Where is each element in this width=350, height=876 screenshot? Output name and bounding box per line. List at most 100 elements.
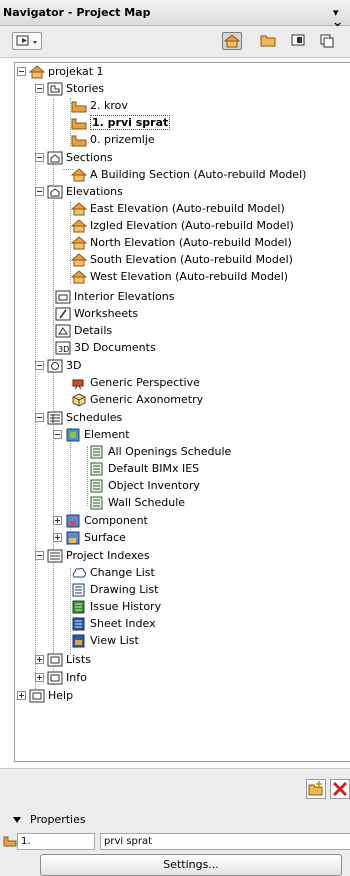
- tree-item-component[interactable]: Component: [53, 512, 148, 529]
- expand-toggle[interactable]: [53, 516, 62, 525]
- new-folder-button[interactable]: [306, 779, 326, 799]
- collapse-toggle[interactable]: [35, 361, 44, 370]
- story-name-field[interactable]: prvi sprat: [100, 833, 350, 850]
- elevation-view-icon: [71, 235, 87, 250]
- tree-item-index[interactable]: Drawing List: [71, 581, 158, 598]
- worksheet-icon: [55, 307, 71, 321]
- tree-item-elevation[interactable]: South Elevation (Auto-rebuild Model): [71, 251, 293, 268]
- collapse-toggle[interactable]: [17, 67, 26, 76]
- project-map-button[interactable]: [222, 32, 242, 50]
- tree-item-project-indexes[interactable]: Project Indexes: [35, 547, 150, 564]
- elevation-icon: [47, 185, 63, 199]
- component-schedule-icon: [65, 514, 81, 528]
- tree-item-3d-view[interactable]: Generic Axonometry: [71, 391, 203, 408]
- tree-item-elevation[interactable]: Izgled Elevation (Auto-rebuild Model): [71, 217, 294, 234]
- expand-toggle[interactable]: [35, 655, 44, 664]
- tree-item-story[interactable]: 0. prizemlje: [71, 131, 155, 148]
- tree-item-root[interactable]: projekat 1: [17, 63, 104, 80]
- elevation-view-icon: [71, 201, 87, 216]
- tree-item-label: Object Inventory: [108, 479, 200, 492]
- axonometry-cube-icon: [71, 392, 87, 407]
- schedule-table-icon: [89, 479, 105, 493]
- delete-icon: [332, 781, 348, 797]
- tree-item-index[interactable]: Issue History: [71, 598, 161, 615]
- tree-item-schedule[interactable]: Wall Schedule: [89, 494, 185, 511]
- tree-item-3d[interactable]: 3D: [35, 357, 81, 374]
- collapse-toggle[interactable]: [35, 153, 44, 162]
- view-map-button[interactable]: [259, 32, 279, 50]
- schedule-icon: [47, 411, 63, 425]
- tree-item-section[interactable]: A Building Section (Auto-rebuild Model): [71, 166, 306, 183]
- settings-button[interactable]: Settings...: [40, 854, 342, 876]
- tree-item-info[interactable]: Info: [35, 669, 87, 686]
- properties-collapse-icon[interactable]: [13, 817, 21, 823]
- tree-item-index[interactable]: Change List: [71, 564, 155, 581]
- project-index-icon: [47, 549, 63, 563]
- tree-item-schedule[interactable]: Default BIMx IES: [89, 460, 199, 477]
- house-icon: [29, 64, 45, 79]
- issue-history-icon: [71, 600, 87, 614]
- tree-item-schedule[interactable]: All Openings Schedule: [89, 443, 231, 460]
- tree-item-elevation[interactable]: West Elevation (Auto-rebuild Model): [71, 268, 288, 285]
- tree-item-story-selected[interactable]: 1. prvi sprat: [71, 114, 171, 131]
- tree-item-schedule[interactable]: Object Inventory: [89, 477, 200, 494]
- tree-item-label: 2. krov: [90, 99, 128, 112]
- tree-item-stories[interactable]: Stories: [35, 80, 104, 97]
- expand-toggle[interactable]: [17, 691, 26, 700]
- navigator-menu-button[interactable]: [12, 32, 42, 50]
- schedule-table-icon: [89, 496, 105, 510]
- tree-item-index[interactable]: View List: [71, 632, 139, 649]
- tree-item-index[interactable]: Sheet Index: [71, 615, 156, 632]
- collapse-toggle[interactable]: [35, 551, 44, 560]
- tree-item-worksheets[interactable]: Worksheets: [55, 305, 138, 322]
- navigator-toolbar: [0, 26, 350, 58]
- tree-item-story[interactable]: 2. krov: [71, 97, 128, 114]
- tree-item-elevation[interactable]: East Elevation (Auto-rebuild Model): [71, 200, 285, 217]
- publisher-sets-button[interactable]: [318, 32, 338, 50]
- tree-item-label: Izgled Elevation (Auto-rebuild Model): [90, 219, 294, 232]
- element-schedule-icon: [65, 428, 81, 442]
- collapse-toggle[interactable]: [35, 84, 44, 93]
- tree-item-lists[interactable]: Lists: [35, 651, 91, 668]
- tree-item-label: Element: [84, 428, 130, 441]
- tree-item-help[interactable]: Help: [17, 687, 73, 704]
- tree-item-schedules[interactable]: Schedules: [35, 409, 122, 426]
- view-list-icon: [71, 634, 87, 648]
- sheet-index-icon: [71, 617, 87, 631]
- tree-item-details[interactable]: Details: [55, 322, 112, 339]
- schedule-table-icon: [89, 445, 105, 459]
- tree-item-label: South Elevation (Auto-rebuild Model): [90, 253, 293, 266]
- layout-book-button[interactable]: [289, 32, 309, 50]
- publisher-icon: [320, 34, 334, 48]
- tree-item-label: View List: [90, 634, 139, 647]
- expand-toggle[interactable]: [35, 673, 44, 682]
- section-icon: [47, 151, 63, 165]
- tree-item-label: East Elevation (Auto-rebuild Model): [90, 202, 285, 215]
- story-number-field[interactable]: 1.: [17, 833, 95, 850]
- tree-item-surface[interactable]: Surface: [53, 529, 126, 546]
- tree-item-elevations[interactable]: Elevations: [35, 183, 123, 200]
- drawing-list-icon: [71, 583, 87, 597]
- detail-icon: [55, 324, 71, 338]
- tree-item-label: Info: [66, 671, 87, 684]
- title-bar: Navigator - Project Map ▾ ×: [0, 0, 350, 32]
- delete-button[interactable]: [330, 779, 350, 799]
- expand-toggle[interactable]: [53, 533, 62, 542]
- project-map-tree[interactable]: projekat 1 Stories 2. krov 1. prvi sprat…: [14, 62, 350, 762]
- tree-item-3d-documents[interactable]: 3D 3D Documents: [55, 339, 156, 356]
- tree-item-3d-view[interactable]: Generic Perspective: [71, 374, 200, 391]
- tree-item-label: Default BIMx IES: [108, 462, 200, 475]
- tree-item-interior-elevations[interactable]: Interior Elevations: [55, 288, 174, 305]
- 3d-icon: [47, 359, 63, 373]
- collapse-toggle[interactable]: [35, 187, 44, 196]
- tree-item-label: Generic Axonometry: [90, 393, 204, 406]
- section-view-icon: [71, 167, 87, 182]
- tree-item-element[interactable]: Element: [53, 426, 130, 443]
- folder-icon: [260, 35, 276, 47]
- collapse-toggle[interactable]: [53, 430, 62, 439]
- tree-item-label: Interior Elevations: [74, 290, 175, 303]
- collapse-toggle[interactable]: [35, 413, 44, 422]
- perspective-camera-icon: [71, 376, 87, 390]
- tree-item-elevation[interactable]: North Elevation (Auto-rebuild Model): [71, 234, 292, 251]
- tree-item-sections[interactable]: Sections: [35, 149, 113, 166]
